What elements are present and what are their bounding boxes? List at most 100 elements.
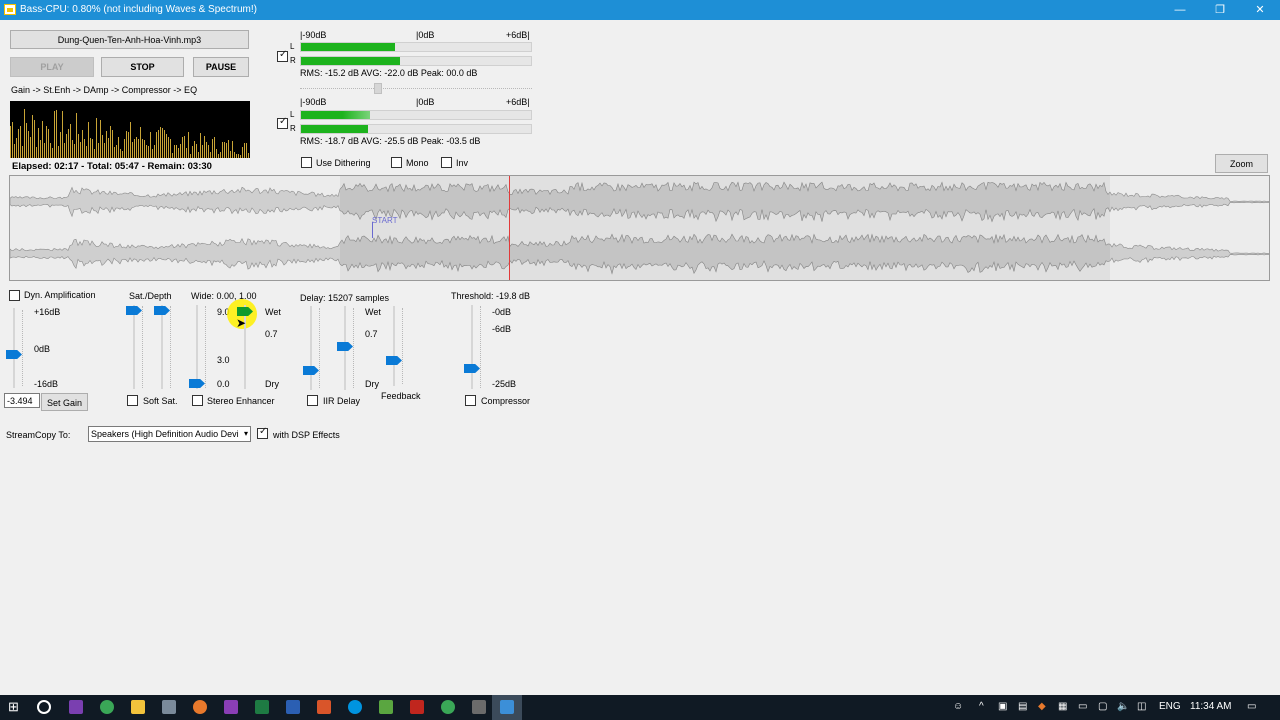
iir-delay-checkbox[interactable] bbox=[307, 395, 318, 406]
language-indicator[interactable]: ENG bbox=[1159, 701, 1181, 712]
close-button[interactable]: ✕ bbox=[1240, 0, 1280, 20]
meter2-right-fill bbox=[301, 125, 368, 133]
clock[interactable]: 11:34 AM bbox=[1190, 701, 1232, 712]
gain-value-input[interactable]: -3.494 bbox=[4, 393, 40, 408]
firefox-icon[interactable] bbox=[193, 700, 207, 714]
notepad-icon[interactable] bbox=[379, 700, 393, 714]
waveform-graphic bbox=[10, 176, 1269, 280]
file-name-button[interactable]: Dung-Quen-Ten-Anh-Hoa-Vinh.mp3 bbox=[10, 30, 249, 49]
notifications-icon[interactable]: ▭ bbox=[1247, 701, 1256, 712]
tray-fox-icon[interactable]: ◆ bbox=[1038, 701, 1046, 712]
balance-slider-track[interactable] bbox=[300, 88, 532, 89]
visual-studio-icon[interactable] bbox=[69, 700, 83, 714]
minimize-button[interactable]: — bbox=[1160, 0, 1200, 20]
tray-network-icon[interactable]: ▦ bbox=[1058, 701, 1067, 712]
dry1-label: Dry bbox=[265, 379, 279, 389]
mono-label: Mono bbox=[406, 158, 429, 168]
skype-icon[interactable] bbox=[348, 700, 362, 714]
search-icon[interactable] bbox=[37, 700, 51, 714]
meter1-left-bar bbox=[300, 42, 532, 52]
dynamp-checkbox[interactable] bbox=[9, 290, 20, 301]
play-button[interactable]: PLAY bbox=[10, 57, 94, 77]
meter2-checkbox[interactable] bbox=[277, 116, 288, 129]
meter2-right-bar bbox=[300, 124, 532, 134]
tray-battery-icon[interactable]: ▭ bbox=[1078, 701, 1087, 712]
start-marker[interactable]: START bbox=[372, 216, 397, 225]
start-icon[interactable]: ⊞ bbox=[8, 699, 19, 715]
spectrum-bar bbox=[234, 152, 235, 158]
spectrum-bar bbox=[124, 139, 125, 158]
excel-icon[interactable] bbox=[255, 700, 269, 714]
media-icon[interactable] bbox=[472, 700, 486, 714]
spectrum-bar bbox=[48, 129, 49, 158]
feedback-slider[interactable] bbox=[386, 306, 402, 386]
spectrum-bar bbox=[224, 142, 225, 158]
tray-app-icon[interactable]: ▣ bbox=[998, 701, 1007, 712]
soft-sat-checkbox[interactable] bbox=[127, 395, 138, 406]
wide-slider[interactable] bbox=[189, 305, 205, 389]
saturation-slider[interactable] bbox=[126, 305, 142, 389]
spectrum-bar bbox=[58, 146, 59, 158]
tray-chevron-up-icon[interactable]: ^ bbox=[979, 701, 984, 712]
delay-slider[interactable] bbox=[303, 306, 319, 390]
spectrum-bar bbox=[80, 142, 81, 158]
onenote-icon[interactable] bbox=[224, 700, 238, 714]
spectrum-bar bbox=[66, 134, 67, 158]
file-explorer-icon[interactable] bbox=[131, 700, 145, 714]
spectrum-bar bbox=[12, 122, 13, 158]
tray-window-icon[interactable]: ▢ bbox=[1098, 701, 1107, 712]
filezilla-icon[interactable] bbox=[410, 700, 424, 714]
chrome-2-icon[interactable] bbox=[441, 700, 455, 714]
spectrum-bar bbox=[130, 122, 131, 158]
restore-button[interactable]: ❐ bbox=[1200, 0, 1240, 20]
volume-icon[interactable]: 🔈 bbox=[1117, 701, 1129, 712]
spectrum-bar bbox=[90, 138, 91, 158]
spectrum-bar bbox=[204, 136, 205, 158]
spectrum-bar bbox=[168, 137, 169, 158]
zoom-button[interactable]: Zoom bbox=[1215, 154, 1268, 173]
spectrum-bar bbox=[228, 140, 229, 158]
spectrum-bar bbox=[122, 151, 123, 158]
threshold-slider[interactable] bbox=[464, 305, 480, 389]
word-icon[interactable] bbox=[286, 700, 300, 714]
spectrum-bar bbox=[10, 126, 11, 158]
app-orange-icon[interactable] bbox=[317, 700, 331, 714]
streamcopy-device-select[interactable]: Speakers (High Definition Audio Devi ▾ bbox=[88, 426, 251, 442]
tray-drive-icon[interactable]: ▤ bbox=[1018, 701, 1027, 712]
bass-app-icon[interactable] bbox=[500, 700, 514, 714]
spectrum-bar bbox=[128, 132, 129, 158]
stereo-enhancer-checkbox[interactable] bbox=[192, 395, 203, 406]
inv-label: Inv bbox=[456, 158, 469, 168]
spectrum-bar bbox=[172, 153, 173, 158]
meter2-left-bar bbox=[300, 110, 532, 120]
inv-checkbox[interactable] bbox=[441, 157, 452, 168]
spectrum-bar bbox=[192, 146, 193, 158]
spectrum-bar bbox=[32, 115, 33, 158]
spectrum-bar bbox=[244, 143, 245, 158]
set-gain-button[interactable]: Set Gain bbox=[41, 393, 88, 411]
meter1-checkbox[interactable] bbox=[277, 49, 288, 62]
meter2-left-fill bbox=[301, 111, 370, 119]
gain-slider[interactable] bbox=[6, 308, 22, 388]
chrome-icon[interactable] bbox=[100, 700, 114, 714]
pause-button[interactable]: PAUSE bbox=[193, 57, 249, 77]
spectrum-bar bbox=[64, 143, 65, 158]
window-title: Bass-CPU: 0.80% (not including Waves & S… bbox=[20, 4, 257, 15]
compressor-checkbox[interactable] bbox=[465, 395, 476, 406]
dithering-checkbox[interactable] bbox=[301, 157, 312, 168]
spectrum-bar bbox=[176, 145, 177, 158]
playhead[interactable] bbox=[509, 176, 510, 280]
tools-icon[interactable] bbox=[162, 700, 176, 714]
waveform-view[interactable]: START bbox=[9, 175, 1270, 281]
depth-slider[interactable] bbox=[154, 305, 170, 389]
wifi-icon[interactable]: ◫ bbox=[1137, 701, 1146, 712]
mono-checkbox[interactable] bbox=[391, 157, 402, 168]
balance-slider-thumb[interactable] bbox=[374, 83, 382, 94]
feedback-label: Feedback bbox=[381, 391, 421, 401]
spectrum-bar bbox=[196, 144, 197, 158]
dsp-effects-checkbox[interactable] bbox=[257, 426, 268, 439]
saturation-ticks bbox=[142, 306, 145, 388]
people-icon[interactable]: ☺ bbox=[953, 701, 963, 712]
stop-button[interactable]: STOP bbox=[101, 57, 184, 77]
compressor-label: Compressor bbox=[481, 396, 531, 406]
